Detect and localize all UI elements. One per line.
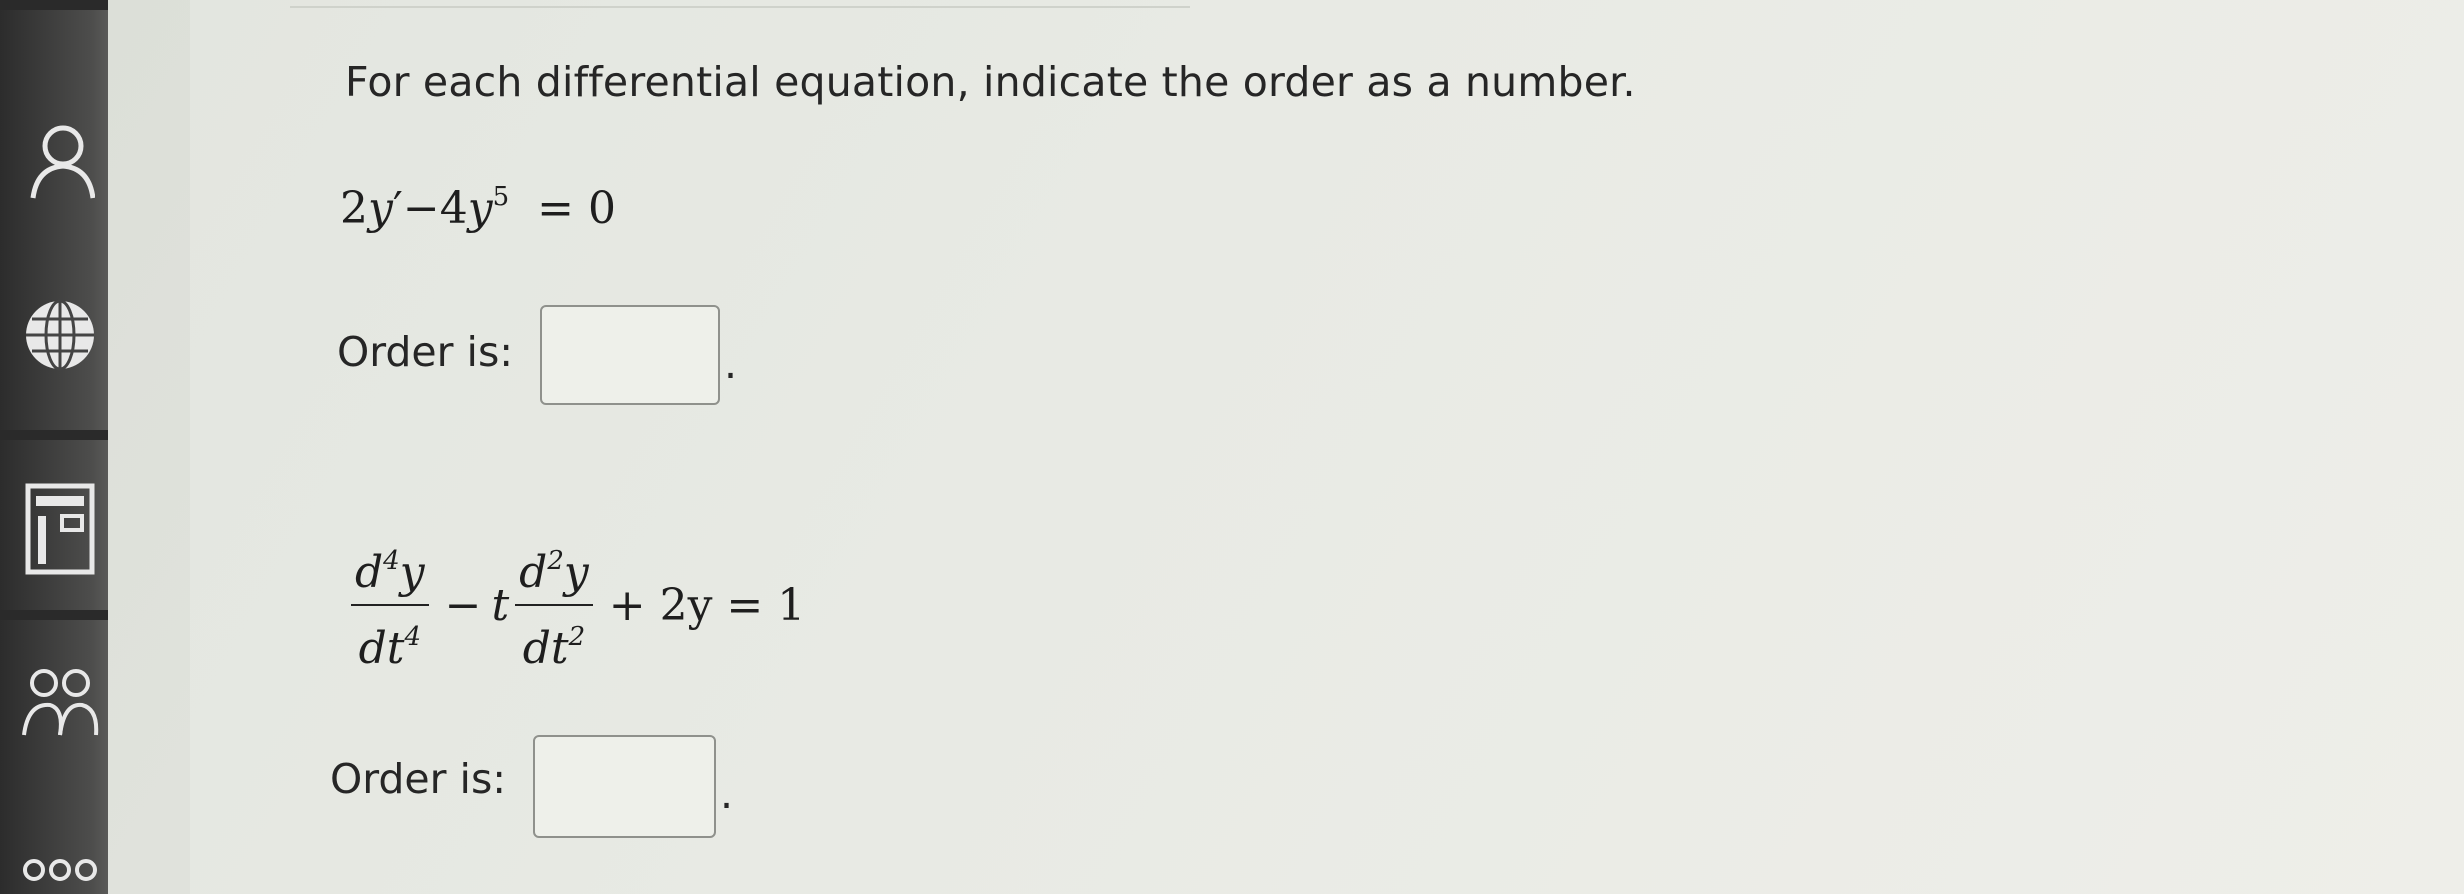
eq1-prime: ′ <box>392 183 403 234</box>
eq1-minus-term: −4 <box>402 183 468 234</box>
sidebar-divider <box>0 610 108 620</box>
period-2: . <box>720 770 734 818</box>
fraction-d4y-dt4: d4y dt4 <box>351 530 429 680</box>
question-instruction: For each differential equation, indicate… <box>345 58 1636 106</box>
top-divider <box>290 6 1190 8</box>
equation-1: 2y′−4y5 = 0 <box>340 182 616 234</box>
link-icon[interactable] <box>14 845 106 890</box>
left-sidebar <box>0 0 108 894</box>
question-panel <box>190 0 2464 894</box>
eq2-rest: + 2y = 1 <box>608 579 806 631</box>
order-label-1: Order is: <box>337 328 514 376</box>
fraction-d2y-dt2: d2y dt2 <box>515 530 593 680</box>
group-icon[interactable] <box>14 660 106 760</box>
eq1-rhs: = 0 <box>537 183 616 234</box>
sidebar-divider <box>0 430 108 440</box>
order-input-1[interactable] <box>540 305 720 405</box>
eq2-t: t <box>491 579 510 631</box>
user-icon[interactable] <box>14 115 106 205</box>
calculator-icon[interactable] <box>14 475 106 585</box>
equation-2: d4y dt4 − t d2y dt2 + 2y = 1 <box>345 530 815 680</box>
period-1: . <box>724 340 738 388</box>
order-label-2: Order is: <box>330 755 507 803</box>
order-input-2[interactable] <box>533 735 716 838</box>
sidebar-divider <box>0 0 108 10</box>
eq1-var2: y <box>467 183 493 234</box>
globe-icon[interactable] <box>14 290 106 380</box>
eq1-coef: 2 <box>340 183 368 234</box>
eq1-exponent: 5 <box>492 182 510 212</box>
eq1-var: y <box>368 183 393 234</box>
eq2-minus: − <box>444 579 482 631</box>
